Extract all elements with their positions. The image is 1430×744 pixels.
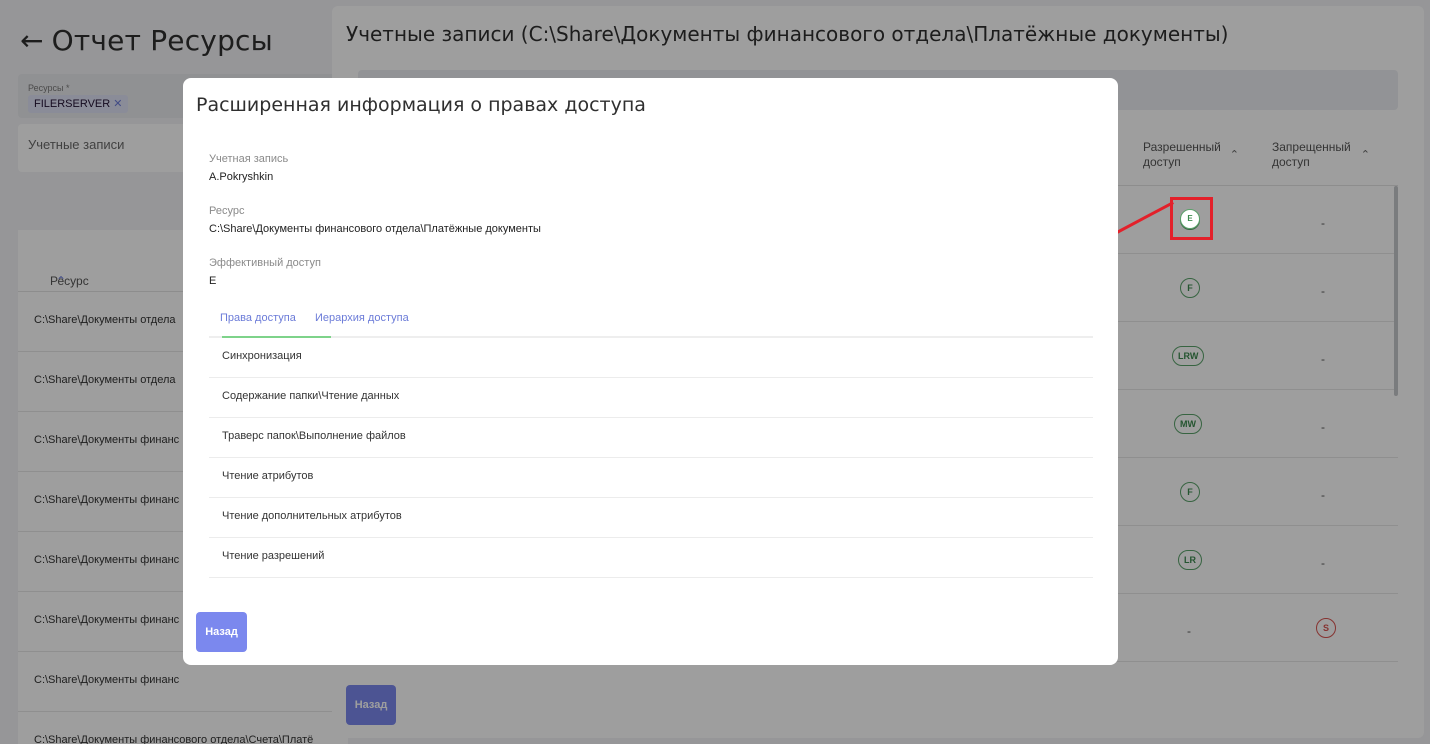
account-value: A.Pokryshkin [209,171,274,183]
tabs: Права доступа Иерархия доступа [209,308,1093,338]
permissions-list: Синхронизация Содержание папки\Чтение да… [209,338,1093,578]
access-details-modal: Расширенная информация о правах доступа … [183,78,1118,665]
permission-name: Траверс папок\Выполнение файлов [222,430,406,442]
list-item: Синхронизация [209,338,1093,378]
list-item: Чтение разрешений [209,538,1093,578]
permission-name: Синхронизация [222,350,302,362]
permission-name: Чтение атрибутов [222,470,314,482]
permission-name: Чтение дополнительных атрибутов [222,510,402,522]
list-item: Чтение атрибутов [209,458,1093,498]
annotation-highlight-box [1170,197,1213,240]
effective-access-label: Эффективный доступ [209,257,321,269]
resource-value: C:\Share\Документы финансового отдела\Пл… [209,223,541,235]
effective-access-value: E [209,275,217,287]
tab-access-hierarchy[interactable]: Иерархия доступа [315,312,409,324]
list-item: Траверс папок\Выполнение файлов [209,418,1093,458]
permission-name: Содержание папки\Чтение данных [222,390,400,402]
list-item: Содержание папки\Чтение данных [209,378,1093,418]
modal-title: Расширенная информация о правах доступа [196,94,646,116]
list-item: Чтение дополнительных атрибутов [209,498,1093,538]
account-label: Учетная запись [209,153,289,165]
resource-label: Ресурс [209,205,245,217]
modal-back-button[interactable]: Назад [196,612,247,652]
permission-name: Чтение разрешений [222,550,325,562]
tab-access-rights[interactable]: Права доступа [220,312,296,324]
